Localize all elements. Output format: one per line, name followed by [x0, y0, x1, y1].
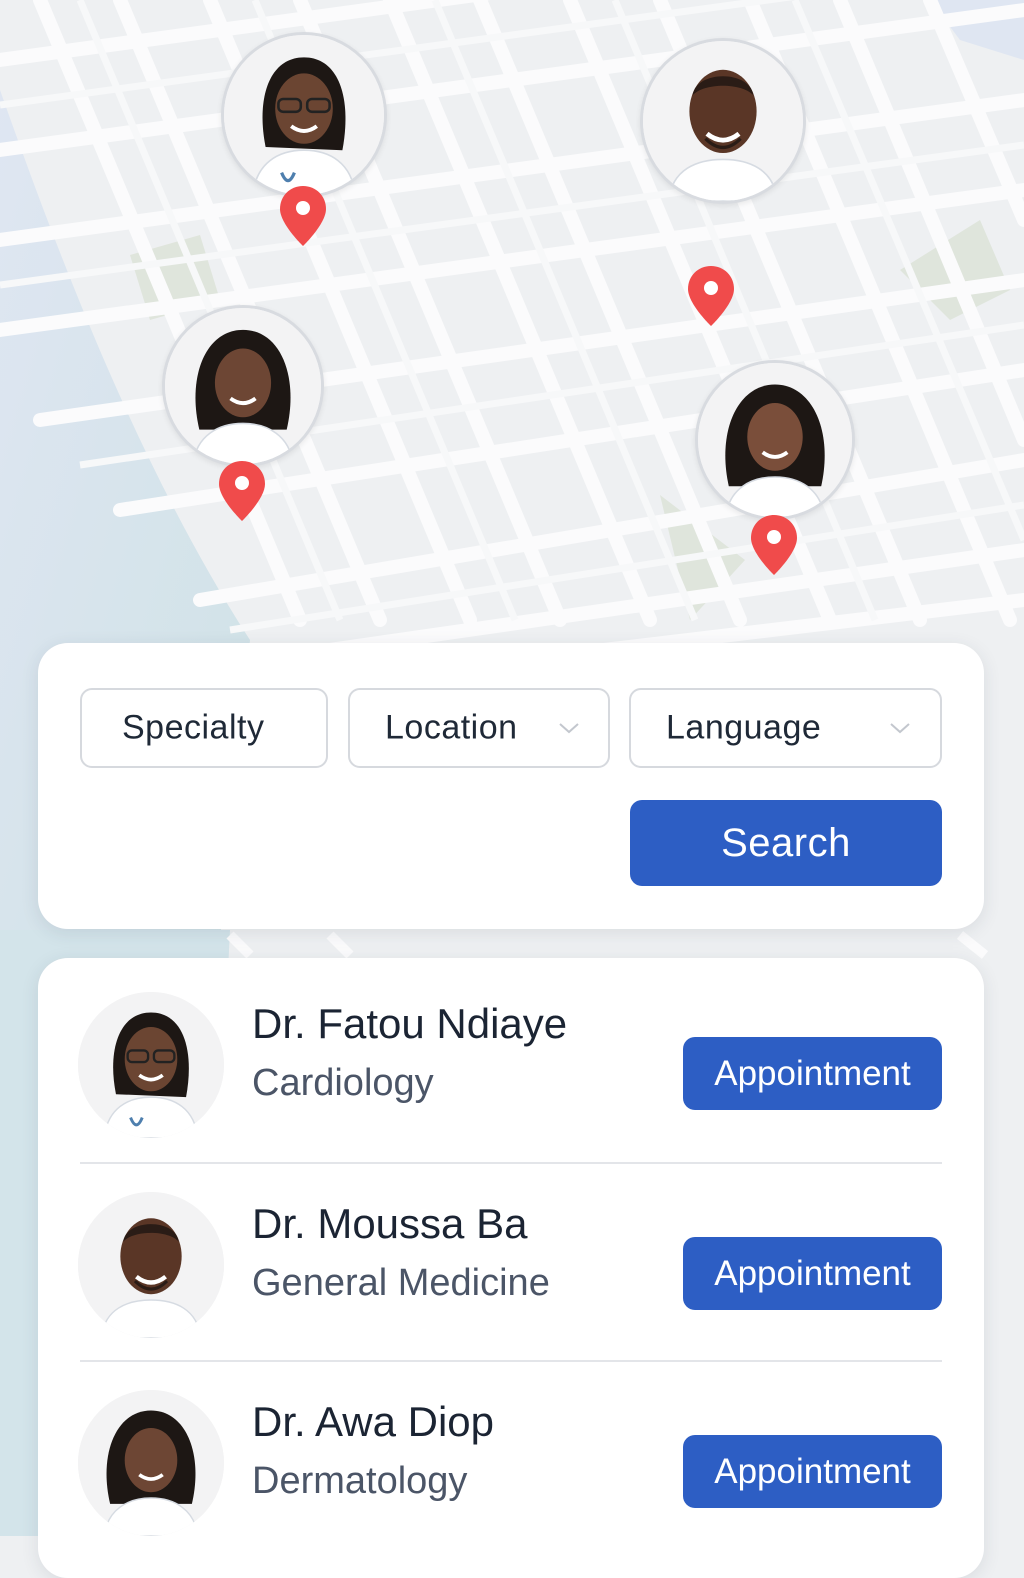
map-avatar-moussa[interactable]: [640, 38, 806, 204]
doctor-name: Dr. Moussa Ba: [252, 1200, 528, 1247]
avatar: [78, 1192, 224, 1338]
appointment-button[interactable]: Appointment: [683, 1037, 942, 1110]
doctor-list-item[interactable]: Dr. Moussa Ba General Medicine Appointme…: [38, 1158, 984, 1356]
search-filter-panel: Specialty Location Language Search: [38, 643, 984, 929]
map-pin-icon[interactable]: [749, 513, 799, 577]
appointment-button[interactable]: Appointment: [683, 1237, 942, 1310]
doctor-specialty: Cardiology: [252, 1062, 434, 1104]
chevron-down-icon: [559, 723, 579, 734]
doctor-name: Dr. Fatou Ndiaye: [252, 1000, 568, 1047]
doctor-portrait-icon: [224, 35, 384, 195]
doctor-portrait-icon: [165, 308, 321, 464]
map-avatar-fatou[interactable]: [221, 32, 387, 198]
map-avatar-awa[interactable]: [162, 305, 324, 467]
map-pin-icon[interactable]: [278, 184, 328, 248]
search-button[interactable]: Search: [630, 800, 942, 886]
doctor-name: Dr. Awa Diop: [252, 1398, 495, 1445]
doctor-list-item[interactable]: Dr. Fatou Ndiaye Cardiology Appointment: [38, 958, 984, 1156]
specialty-filter-label: Specialty: [122, 708, 265, 747]
language-filter-label: Language: [666, 708, 822, 747]
language-filter[interactable]: Language: [629, 688, 942, 768]
avatar: [78, 992, 224, 1138]
location-filter-label: Location: [385, 708, 518, 747]
doctor-specialty: General Medicine: [252, 1262, 550, 1304]
map-pin-icon[interactable]: [217, 459, 267, 523]
appointment-button[interactable]: Appointment: [683, 1435, 942, 1508]
doctor-specialty: Dermatology: [252, 1460, 468, 1502]
doctor-list-item[interactable]: Dr. Awa Diop Dermatology Appointment: [38, 1356, 984, 1554]
doctor-portrait-icon: [698, 363, 852, 517]
doctor-portrait-icon: [78, 1192, 224, 1338]
doctor-portrait-icon: [78, 992, 224, 1138]
chevron-down-icon: [890, 723, 910, 734]
location-filter[interactable]: Location: [348, 688, 610, 768]
map-pin-icon[interactable]: [686, 264, 736, 328]
doctor-portrait-icon: [78, 1390, 224, 1536]
avatar: [78, 1390, 224, 1536]
doctor-portrait-icon: [643, 41, 803, 201]
map-avatar-doctor[interactable]: [695, 360, 855, 520]
specialty-filter[interactable]: Specialty: [80, 688, 328, 768]
doctor-list: Dr. Fatou Ndiaye Cardiology Appointment …: [38, 958, 984, 1578]
